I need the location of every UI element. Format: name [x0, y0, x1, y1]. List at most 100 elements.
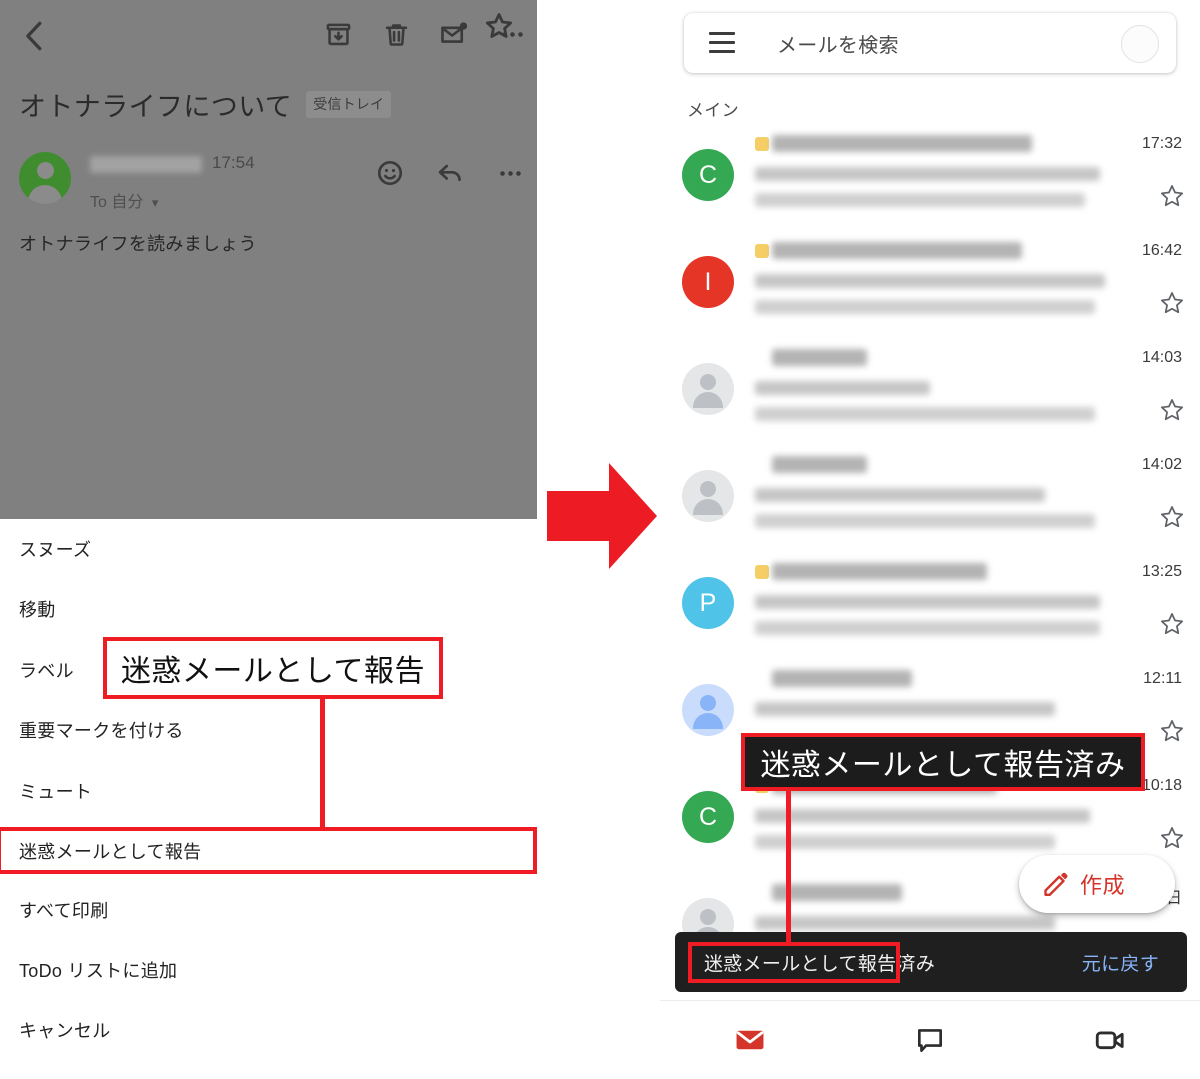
email-timestamp: 14:03: [1141, 349, 1182, 366]
email-list-item[interactable]: 14:02: [660, 451, 1200, 558]
snippet-redacted: [755, 193, 1085, 207]
avatar: [19, 152, 71, 204]
important-marker-icon: [755, 244, 769, 258]
email-list-item[interactable]: C 17:32: [660, 130, 1200, 237]
page-title: オトナライフについて: [19, 91, 293, 122]
sender-name-redacted: [772, 242, 1022, 259]
sender-name-redacted: [772, 563, 987, 580]
annotation-highlight-report-spam-row: [0, 827, 537, 874]
annotation-callout-left-text: 迷惑メールとして報告: [120, 655, 426, 688]
email-subject-row: オトナライフについて 受信トレイ: [0, 78, 537, 130]
nav-meet[interactable]: [1020, 1015, 1200, 1065]
annotation-leader-line-left: [320, 699, 325, 829]
avatar: C: [682, 791, 734, 843]
search-bar[interactable]: メールを検索: [684, 13, 1176, 73]
nav-chat[interactable]: [840, 1015, 1020, 1065]
message-more-options-icon[interactable]: [493, 156, 527, 190]
menu-item-label: キャンセル: [19, 1021, 111, 1041]
section-label-primary: メイン: [687, 101, 739, 120]
hamburger-menu-icon[interactable]: [709, 32, 735, 54]
chevron-down-icon: ▾: [151, 195, 159, 210]
dimmed-email-detail: オトナライフについて 受信トレイ 17:54 To 自分 ▾ オトナライフを読み…: [0, 0, 537, 519]
email-timestamp: 12:11: [1143, 670, 1182, 687]
menu-item-label: すべて印刷: [19, 901, 109, 921]
reply-icon[interactable]: [433, 156, 467, 190]
menu-item-mark-important[interactable]: 重要マークを付ける: [0, 700, 537, 760]
sender-name-redacted: [772, 349, 867, 366]
avatar: P: [682, 577, 734, 629]
avatar: [682, 470, 734, 522]
recipient-text: To 自分: [90, 194, 144, 211]
compose-button[interactable]: 作成: [1019, 855, 1175, 913]
menu-item-label: 移動: [19, 600, 56, 620]
star-icon[interactable]: [1158, 289, 1186, 317]
subject-redacted: [755, 702, 1055, 716]
account-avatar[interactable]: [1121, 25, 1159, 63]
subject-redacted: [755, 381, 930, 395]
screenshot-stage: オトナライフについて 受信トレイ 17:54 To 自分 ▾ オトナライフを読み…: [0, 0, 1200, 1079]
nav-mail[interactable]: [660, 1015, 840, 1065]
menu-item-cancel[interactable]: キャンセル: [0, 1000, 537, 1060]
menu-item-snooze[interactable]: スヌーズ: [0, 519, 537, 579]
star-icon[interactable]: [1158, 717, 1186, 745]
bottom-navigation: [660, 1000, 1200, 1079]
subject-redacted: [755, 595, 1100, 609]
star-icon[interactable]: [1158, 503, 1186, 531]
sender-timestamp: 17:54: [212, 153, 255, 172]
important-marker-icon: [755, 137, 769, 151]
emoji-react-icon[interactable]: [373, 156, 407, 190]
snippet-redacted: [755, 407, 1095, 421]
annotation-callout-left: 迷惑メールとして報告: [103, 637, 443, 699]
subject-redacted: [755, 809, 1090, 823]
menu-item-label: ラベル: [19, 661, 74, 681]
star-icon[interactable]: [1158, 610, 1186, 638]
star-icon[interactable]: [1158, 396, 1186, 424]
delete-icon[interactable]: [379, 17, 413, 51]
annotation-highlight-snackbar-message: [688, 942, 900, 983]
subject-redacted: [755, 274, 1105, 288]
archive-icon[interactable]: [321, 17, 355, 51]
annotation-callout-right-text: 迷惑メールとして報告済み: [760, 749, 1126, 782]
annotation-callout-right: 迷惑メールとして報告済み: [741, 733, 1145, 791]
snippet-redacted: [755, 621, 1100, 635]
email-timestamp: 16:42: [1141, 242, 1182, 259]
avatar: [682, 363, 734, 415]
overflow-action-sheet: スヌーズ 移動 ラベル 重要マークを付ける ミュート 迷惑メールとして報告 すべ…: [0, 519, 537, 1078]
snippet-redacted: [755, 835, 1055, 849]
sender-name-redacted: [772, 456, 867, 473]
recipient-label[interactable]: To 自分 ▾: [90, 188, 158, 212]
subject-redacted: [755, 488, 1045, 502]
search-input[interactable]: メールを検索: [777, 29, 899, 58]
email-toolbar: [0, 0, 537, 72]
snippet-redacted: [755, 514, 1095, 528]
menu-item-mute[interactable]: ミュート: [0, 761, 537, 821]
subject-redacted: [755, 167, 1100, 181]
star-icon[interactable]: [1158, 182, 1186, 210]
subject-redacted: [755, 916, 1055, 930]
sender-name-redacted: [90, 156, 202, 173]
menu-item-label: ミュート: [19, 782, 93, 802]
back-icon[interactable]: [16, 17, 54, 55]
right-phone-screen: メールを検索 C 17:32 I 16:42 14:03 14:02 P 13:25 12:11…: [660, 0, 1200, 1078]
compose-label: 作成: [1080, 873, 1126, 898]
email-timestamp: 13:25: [1141, 563, 1182, 580]
sender-name-redacted: [772, 670, 912, 687]
right-arrow-icon: [547, 457, 657, 575]
email-timestamp: 10:18: [1141, 777, 1182, 794]
menu-item-label: スヌーズ: [19, 540, 92, 560]
snackbar-undo-button[interactable]: 元に戻す: [1082, 949, 1159, 976]
email-list-item[interactable]: 14:03: [660, 344, 1200, 451]
menu-item-label: ToDo リストに追加: [19, 961, 178, 981]
email-list-item[interactable]: I 16:42: [660, 237, 1200, 344]
important-marker-icon: [755, 565, 769, 579]
sender-name-redacted: [772, 884, 902, 901]
menu-item-move[interactable]: 移動: [0, 579, 537, 639]
left-phone-screen: オトナライフについて 受信トレイ 17:54 To 自分 ▾ オトナライフを読み…: [0, 0, 537, 1078]
inbox-label-chip: 受信トレイ: [306, 90, 392, 118]
email-list-item[interactable]: P 13:25: [660, 558, 1200, 665]
mark-unread-icon[interactable]: [437, 17, 471, 51]
star-icon[interactable]: [483, 10, 515, 42]
menu-item-print-all[interactable]: すべて印刷: [0, 880, 537, 940]
star-icon[interactable]: [1158, 824, 1186, 852]
menu-item-add-to-tasks[interactable]: ToDo リストに追加: [0, 940, 537, 1000]
